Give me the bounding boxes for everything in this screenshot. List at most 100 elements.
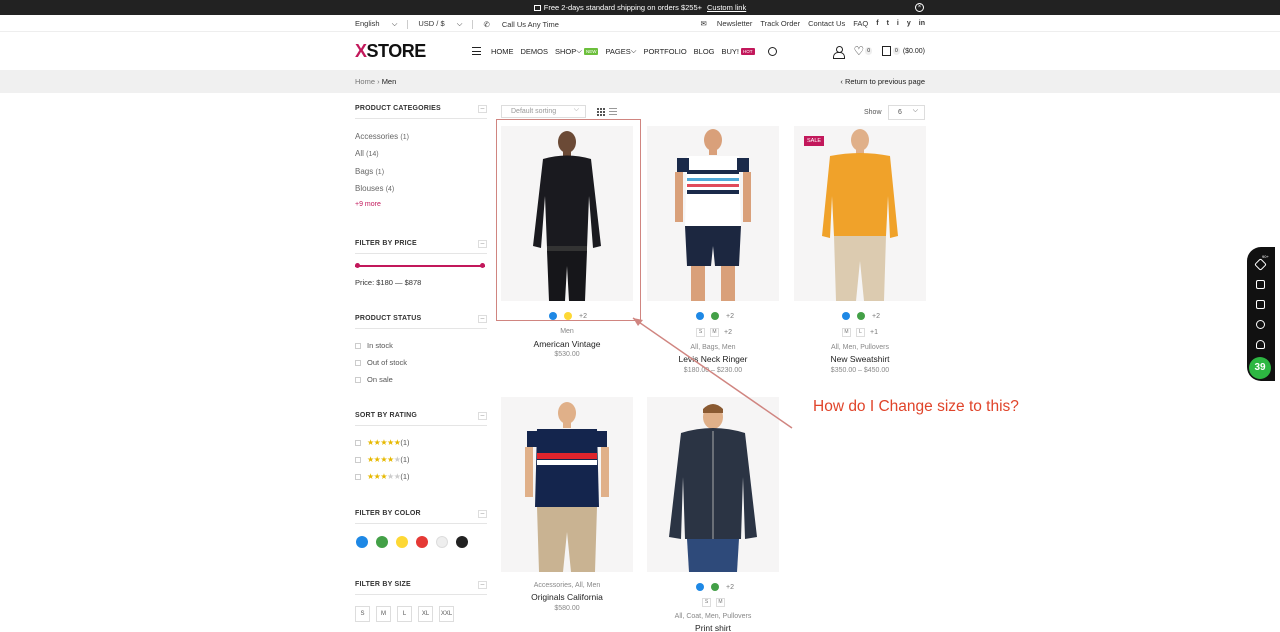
newsletter-link[interactable]: ✉ Newsletter xyxy=(693,19,753,28)
currency-select[interactable]: USD / $ ⌵ xyxy=(418,19,462,29)
layout-icon[interactable] xyxy=(1256,280,1265,289)
size-chip[interactable]: S xyxy=(702,598,711,607)
phone-link[interactable]: ✆ Call Us Any Time xyxy=(483,20,568,29)
price-slider[interactable] xyxy=(355,263,485,268)
checkbox[interactable] xyxy=(355,439,361,446)
grid-view-icon[interactable] xyxy=(597,108,605,116)
size-chip[interactable]: M xyxy=(716,598,725,607)
user-icon[interactable] xyxy=(833,45,846,59)
collapse-icon[interactable]: – xyxy=(478,315,487,323)
language-select[interactable]: English ⌵ xyxy=(355,19,397,29)
product-image[interactable] xyxy=(647,126,779,301)
show-select[interactable]: 6 xyxy=(888,105,925,120)
instagram-icon[interactable]: i xyxy=(897,20,899,27)
size-option[interactable]: XL xyxy=(418,606,433,622)
color-dot[interactable] xyxy=(696,312,704,320)
nav-pages[interactable]: PAGES ⌵ xyxy=(605,46,636,56)
color-swatch[interactable] xyxy=(416,536,428,548)
cart-icon[interactable] xyxy=(882,46,892,56)
checkbox[interactable] xyxy=(355,473,361,480)
status-option[interactable]: Out of stock xyxy=(355,358,407,367)
more-categories-link[interactable]: +9 more xyxy=(355,201,381,208)
size-option[interactable]: XXL xyxy=(439,606,454,622)
product-name[interactable]: Levis Neck Ringer xyxy=(647,354,779,364)
color-swatch[interactable] xyxy=(456,536,468,548)
checkbox[interactable] xyxy=(355,376,361,383)
color-dot[interactable] xyxy=(696,583,704,591)
promo-link[interactable]: Custom link xyxy=(707,3,746,12)
category-item[interactable]: Accessories (1) xyxy=(355,132,409,141)
facebook-icon[interactable]: f xyxy=(876,20,878,27)
color-swatch[interactable] xyxy=(396,536,408,548)
heart-icon[interactable]: ♡ xyxy=(853,44,864,58)
rating-option[interactable]: ★★★★★ (1) xyxy=(355,472,410,481)
checkbox[interactable] xyxy=(355,342,361,349)
collapse-icon[interactable]: – xyxy=(478,105,487,113)
size-option[interactable]: M xyxy=(376,606,391,622)
color-dot[interactable] xyxy=(857,312,865,320)
headset-icon[interactable] xyxy=(1256,340,1265,349)
color-dot[interactable] xyxy=(711,312,719,320)
product-category[interactable]: Accessories, All, Men xyxy=(501,582,633,589)
checkbox[interactable] xyxy=(355,359,361,366)
document-icon[interactable] xyxy=(1256,300,1265,309)
color-swatch[interactable] xyxy=(376,536,388,548)
twitter-icon[interactable]: t xyxy=(887,20,889,27)
play-icon[interactable] xyxy=(1256,320,1265,329)
product-category[interactable]: Men xyxy=(501,328,633,335)
faq-link[interactable]: FAQ xyxy=(853,19,868,28)
collapse-icon[interactable]: – xyxy=(478,510,487,518)
product-image[interactable] xyxy=(501,397,633,572)
product-image[interactable]: SALE xyxy=(794,126,926,301)
nav-home[interactable]: HOME xyxy=(491,47,514,56)
product-name[interactable]: American Vintage xyxy=(501,339,633,349)
status-option[interactable]: On sale xyxy=(355,375,393,384)
product-name[interactable]: New Sweatshirt xyxy=(794,354,926,364)
nav-blog[interactable]: BLOG xyxy=(694,47,715,56)
size-option[interactable]: L xyxy=(397,606,412,622)
layers-icon[interactable] xyxy=(1254,258,1267,271)
price-badge[interactable]: 39 xyxy=(1249,357,1271,379)
nav-portfolio[interactable]: PORTFOLIO xyxy=(643,47,686,56)
sort-select[interactable]: Default sorting xyxy=(501,105,586,118)
size-option[interactable]: S xyxy=(355,606,370,622)
size-chip[interactable]: S xyxy=(696,328,705,337)
cart-total[interactable]: ($0.00) xyxy=(903,48,925,55)
category-item[interactable]: All (14) xyxy=(355,149,379,158)
breadcrumb-home[interactable]: Home xyxy=(355,77,375,86)
product-category[interactable]: All, Coat, Men, Pullovers xyxy=(647,613,779,620)
search-icon[interactable] xyxy=(767,46,777,56)
track-order-link[interactable]: Track Order xyxy=(760,19,800,28)
size-chip[interactable]: L xyxy=(856,328,865,337)
menu-icon[interactable] xyxy=(472,47,481,55)
product-name[interactable]: Originals California xyxy=(501,592,633,602)
linkedin-icon[interactable]: in xyxy=(919,20,925,27)
contact-link[interactable]: Contact Us xyxy=(808,19,845,28)
category-item[interactable]: Bags (1) xyxy=(355,167,384,176)
list-view-icon[interactable] xyxy=(609,108,617,116)
color-dot[interactable] xyxy=(711,583,719,591)
color-dot[interactable] xyxy=(842,312,850,320)
size-chip[interactable]: M xyxy=(710,328,719,337)
product-name[interactable]: Print shirt xyxy=(647,623,779,632)
rating-option[interactable]: ★★★★★ (1) xyxy=(355,438,410,447)
nav-buy[interactable]: BUY! HOT xyxy=(722,47,755,56)
checkbox[interactable] xyxy=(355,456,361,463)
collapse-icon[interactable]: – xyxy=(478,240,487,248)
nav-demos[interactable]: DEMOS xyxy=(521,47,549,56)
product-category[interactable]: All, Men, Pullovers xyxy=(794,344,926,351)
return-link[interactable]: ‹ Return to previous page xyxy=(840,77,925,86)
rating-option[interactable]: ★★★★★ (1) xyxy=(355,455,410,464)
product-category[interactable]: All, Bags, Men xyxy=(647,344,779,351)
youtube-icon[interactable]: y xyxy=(907,20,911,27)
close-icon[interactable]: × xyxy=(915,3,924,12)
category-item[interactable]: Blouses (4) xyxy=(355,184,394,193)
color-swatch[interactable] xyxy=(356,536,368,548)
size-chip[interactable]: M xyxy=(842,328,851,337)
nav-shop[interactable]: SHOP ⌵ NEW xyxy=(555,46,599,56)
color-swatch[interactable] xyxy=(436,536,448,548)
collapse-icon[interactable]: – xyxy=(478,581,487,589)
collapse-icon[interactable]: – xyxy=(478,412,487,420)
product-image[interactable] xyxy=(647,397,779,572)
status-option[interactable]: In stock xyxy=(355,341,393,350)
